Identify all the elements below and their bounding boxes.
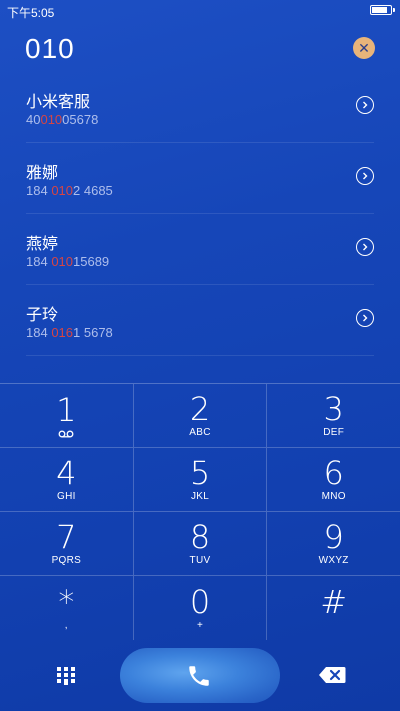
key-2[interactable]: 2 ABC (134, 384, 268, 447)
key-5[interactable]: 5 JKL (134, 448, 268, 511)
contact-name: 燕婷 (26, 236, 59, 253)
number-suffix: 2 4685 (73, 183, 113, 198)
phone-icon (189, 666, 209, 686)
key-letters: TUV (189, 555, 211, 566)
contact-number: 184 0102 4685 (26, 183, 113, 198)
keypad-row: 4 GHI 5 JKL 6 MNO (0, 448, 400, 512)
keypad-row: 7 PQRS 8 TUV 9 WXYZ (0, 512, 400, 576)
key-letters: , (64, 619, 68, 631)
number-prefix: 184 (26, 325, 52, 340)
status-bar: 下午5:05 (0, 0, 400, 22)
chevron-right-icon[interactable] (356, 238, 374, 256)
chevron-right-icon[interactable] (356, 309, 374, 327)
contact-row[interactable]: 燕婷 184 01015689 (26, 214, 374, 285)
key-6[interactable]: 6 MNO (267, 448, 400, 511)
key-digit: # (320, 582, 348, 621)
key-letters: GHI (56, 491, 76, 502)
number-match: 010 (51, 183, 74, 198)
contact-number: 184 0161 5678 (26, 325, 113, 340)
key-digit: 8 (189, 518, 211, 556)
key-digit: 2 (189, 390, 211, 428)
dialed-number: 010 (25, 33, 75, 64)
number-match: 010 (40, 112, 63, 127)
voicemail-icon (58, 430, 74, 438)
key-digit: 0 (189, 582, 211, 621)
bottom-bar (0, 640, 400, 711)
number-match: 016 (51, 325, 74, 340)
key-letters: PQRS (51, 555, 82, 566)
number-suffix: 15689 (73, 254, 110, 269)
keypad-grid-icon[interactable] (56, 665, 76, 685)
chevron-right-icon[interactable] (356, 96, 374, 114)
contact-suggestions: 小米客服 4001005678 雅娜 184 0102 4685 燕婷 184 … (0, 72, 400, 356)
number-suffix: 05678 (62, 112, 99, 127)
contact-row[interactable]: 子玲 184 0161 5678 (26, 285, 374, 356)
key-1[interactable]: 1 (0, 384, 134, 447)
key-digit: 9 (323, 518, 344, 556)
battery-icon (370, 5, 395, 15)
key-digit: 7 (56, 518, 77, 556)
key-9[interactable]: 9 WXYZ (267, 512, 400, 575)
contact-number: 4001005678 (26, 112, 98, 127)
key-letters: MNO (321, 491, 346, 502)
key-digit: 3 (323, 390, 344, 428)
key-letters: + (196, 619, 204, 631)
key-letters: DEF (323, 427, 345, 438)
number-prefix: 40 (26, 112, 41, 127)
chevron-right-icon[interactable] (356, 167, 374, 185)
key-letters: ABC (189, 427, 211, 438)
number-prefix: 184 (26, 254, 52, 269)
number-match: 010 (51, 254, 74, 269)
contact-row[interactable]: 雅娜 184 0102 4685 (26, 143, 374, 214)
key-8[interactable]: 8 TUV (134, 512, 268, 575)
number-suffix: 1 5678 (73, 325, 113, 340)
contact-name: 子玲 (26, 307, 59, 324)
contact-name: 雅娜 (26, 165, 59, 182)
key-digit: 5 (189, 454, 211, 492)
keypad: 1 2 ABC 3 DEF 4 GHI 5 JKL 6 MNO 7 PQRS 8… (0, 383, 400, 640)
backspace-icon[interactable] (318, 666, 346, 684)
contact-row[interactable]: 小米客服 4001005678 (26, 72, 374, 143)
key-letters: WXYZ (318, 555, 349, 566)
keypad-row: * , 0 + # (0, 576, 400, 640)
key-7[interactable]: 7 PQRS (0, 512, 134, 575)
key-digit: 1 (56, 391, 77, 429)
key-digit: 4 (56, 454, 77, 492)
number-prefix: 184 (26, 183, 52, 198)
key-hash[interactable]: # (267, 576, 400, 640)
key-digit: * (58, 582, 75, 621)
key-3[interactable]: 3 DEF (267, 384, 400, 447)
key-star[interactable]: * , (0, 576, 134, 640)
call-button[interactable] (120, 648, 280, 703)
keypad-row: 1 2 ABC 3 DEF (0, 384, 400, 448)
key-digit: 6 (323, 454, 344, 492)
contact-name: 小米客服 (26, 94, 91, 111)
status-time: 下午5:05 (7, 6, 55, 20)
key-0[interactable]: 0 + (134, 576, 268, 640)
key-letters: JKL (190, 491, 210, 502)
contact-number: 184 01015689 (26, 254, 109, 269)
key-4[interactable]: 4 GHI (0, 448, 134, 511)
clear-input-button[interactable]: ✕ (353, 37, 375, 59)
close-icon: ✕ (358, 40, 370, 56)
